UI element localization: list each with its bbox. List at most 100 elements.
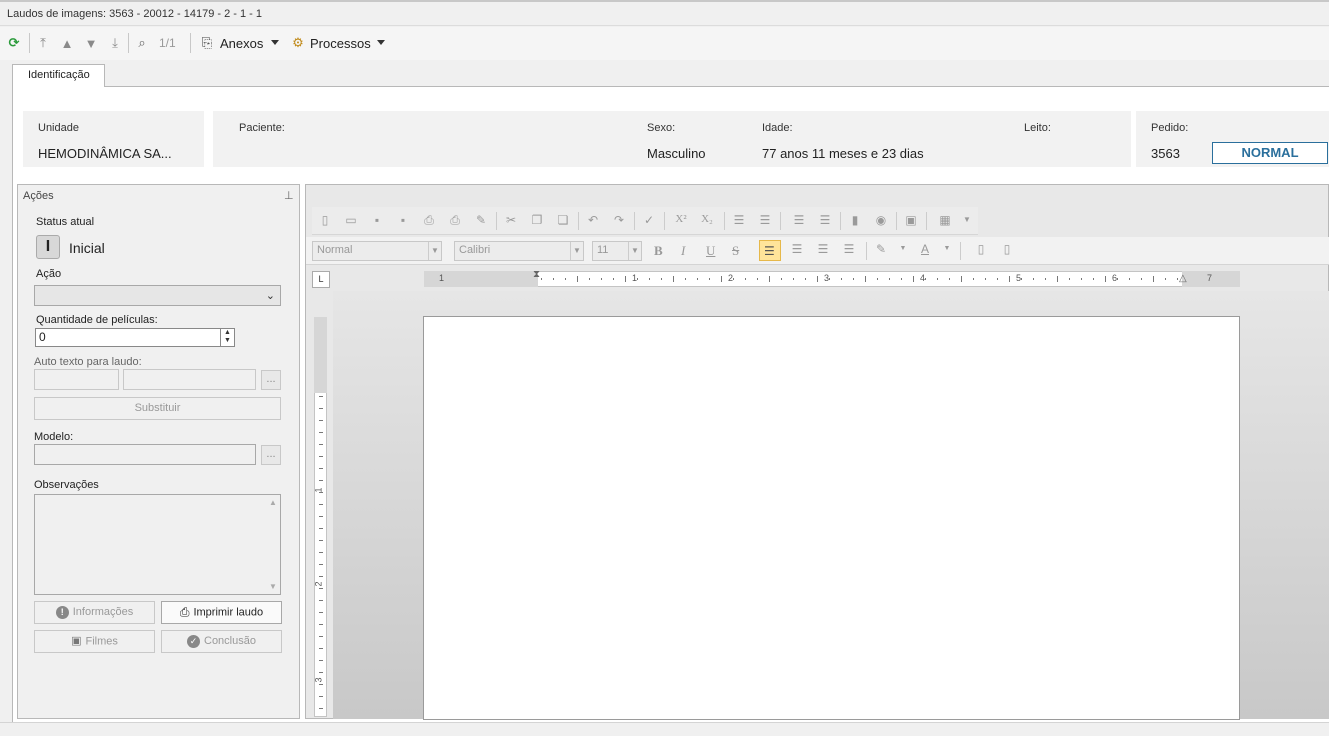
- attachments-menu[interactable]: Anexos: [220, 36, 263, 51]
- vruler-tick: [319, 432, 323, 433]
- ruler-tick: [1165, 278, 1166, 280]
- print-button-label: Imprimir laudo: [193, 606, 264, 619]
- align-center-icon[interactable]: ☰: [788, 242, 806, 258]
- right-indent-marker-icon[interactable]: △: [1179, 273, 1187, 284]
- bullet-list-icon[interactable]: ☰: [756, 213, 774, 229]
- model-field[interactable]: [34, 444, 256, 465]
- ruler-tick: [817, 276, 818, 282]
- actions-panel: Ações ⊥ Status atual I Inicial Ação ⌄ Qu…: [17, 184, 300, 719]
- font-size-combo[interactable]: 11 ▼: [592, 241, 642, 261]
- save-icon[interactable]: ▪: [368, 213, 386, 229]
- pin-icon[interactable]: ⊥: [284, 189, 294, 202]
- hyperlink-icon[interactable]: ◉: [872, 213, 890, 229]
- vruler-tick: [319, 540, 323, 541]
- vruler-tick: [319, 396, 323, 397]
- ruler-tick: [1009, 276, 1010, 282]
- notes-label: Observações: [34, 479, 99, 491]
- binoculars-icon[interactable]: ⌕: [133, 34, 151, 52]
- films-qty-stepper[interactable]: 0 ▲ ▼: [35, 328, 235, 347]
- refresh-icon[interactable]: ⟳: [5, 34, 23, 52]
- highlight-dropdown-icon[interactable]: ▼: [894, 245, 912, 261]
- tab-stop-selector-icon[interactable]: L: [312, 271, 330, 288]
- insert-table-icon[interactable]: ▦: [936, 213, 954, 229]
- sex-value: Masculino: [647, 146, 706, 161]
- numbered-list-icon[interactable]: ☰: [730, 213, 748, 229]
- increase-indent-icon[interactable]: ☰: [790, 213, 808, 229]
- vruler-tick: [319, 408, 323, 409]
- font-value: Calibri: [459, 244, 491, 256]
- bookmark-icon[interactable]: ▮: [846, 213, 864, 229]
- toolbar-divider: [29, 33, 30, 53]
- cut-icon[interactable]: ✂: [502, 213, 520, 229]
- table-dropdown-icon[interactable]: ▼: [958, 215, 976, 231]
- films-button[interactable]: ▣ Filmes: [34, 630, 155, 653]
- conclusion-button[interactable]: ✓ Conclusão: [161, 630, 282, 653]
- ruler-tick: [577, 276, 578, 282]
- insert-image-icon[interactable]: ▣: [902, 213, 920, 229]
- strikethrough-button[interactable]: S: [732, 243, 739, 259]
- editor-toolbar-top: ▯ ▭ ▪ ▪ ⎙ ⎙ ✎ ✂ ❐ ❏ ↶ ↷ ✓ X² X₂ ☰ ☰ ☰ ☰ …: [312, 207, 978, 235]
- processes-menu[interactable]: Processos: [310, 36, 371, 51]
- ruler-tick: [889, 278, 890, 280]
- align-right-icon[interactable]: ☰: [814, 242, 832, 258]
- italic-button[interactable]: I: [681, 243, 685, 259]
- font-color-dropdown-icon[interactable]: ▼: [938, 245, 956, 261]
- autotext-code-field[interactable]: [34, 369, 119, 390]
- stepper-arrows-icon[interactable]: ▲ ▼: [220, 329, 234, 346]
- notes-textarea[interactable]: ▲ ▼: [34, 494, 281, 595]
- print-icon[interactable]: ⎙: [420, 213, 438, 229]
- paste-icon[interactable]: ❏: [554, 213, 572, 229]
- bold-button[interactable]: B: [654, 243, 663, 259]
- action-select[interactable]: ⌄: [34, 285, 281, 306]
- copy-icon[interactable]: ❐: [528, 213, 546, 229]
- highlight-color-icon[interactable]: ✎: [872, 242, 890, 258]
- tab-identificacao[interactable]: Identificação: [12, 64, 105, 87]
- scroll-up-icon[interactable]: ▲: [269, 498, 277, 507]
- underline-button[interactable]: U: [706, 243, 715, 259]
- previous-record-icon[interactable]: ▲: [58, 34, 76, 52]
- print-preview-icon[interactable]: ⎙: [446, 213, 464, 229]
- ruler-tick: [613, 278, 614, 280]
- autotext-description-field[interactable]: [123, 369, 256, 390]
- ruler-tick: [745, 278, 746, 280]
- align-justify-icon[interactable]: ☰: [840, 242, 858, 258]
- notes-scrollbar[interactable]: ▲ ▼: [266, 495, 280, 594]
- redo-icon[interactable]: ↷: [610, 213, 628, 229]
- ruler-tick: [637, 278, 638, 280]
- font-combo[interactable]: Calibri ▼: [454, 241, 584, 261]
- new-document-icon[interactable]: ▯: [316, 213, 334, 229]
- decrease-indent-icon[interactable]: ☰: [816, 213, 834, 229]
- superscript-icon[interactable]: X²: [672, 213, 690, 229]
- model-lookup-button[interactable]: ...: [261, 445, 281, 465]
- font-color-icon[interactable]: A: [916, 242, 934, 258]
- ruler-tick: [913, 276, 914, 282]
- style-combo[interactable]: Normal ▼: [312, 241, 442, 261]
- open-folder-icon[interactable]: ▭: [342, 213, 360, 229]
- info-button[interactable]: ! Informações: [34, 601, 155, 624]
- next-record-icon[interactable]: ▼: [82, 34, 100, 52]
- left-indent-marker-icon[interactable]: ⧗: [533, 269, 540, 280]
- page-layout-icon[interactable]: ▯: [972, 242, 990, 258]
- processes-dropdown-icon[interactable]: [377, 40, 385, 45]
- subscript-icon[interactable]: X₂: [698, 213, 716, 229]
- print-button[interactable]: ⎙ Imprimir laudo: [161, 601, 282, 624]
- attachments-dropdown-icon[interactable]: [271, 40, 279, 45]
- spellcheck-icon[interactable]: ✓: [640, 213, 658, 229]
- horizontal-ruler[interactable]: [424, 271, 1240, 287]
- first-record-icon[interactable]: ⤒: [34, 34, 52, 52]
- undo-icon[interactable]: ↶: [584, 213, 602, 229]
- vruler-tick: [319, 672, 323, 673]
- vruler-tick: [319, 696, 323, 697]
- save-as-icon[interactable]: ▪: [394, 213, 412, 229]
- priority-badge: NORMAL: [1212, 142, 1328, 164]
- document-page[interactable]: [423, 316, 1240, 720]
- align-left-button[interactable]: ☰: [759, 240, 781, 261]
- vruler-tick: [319, 420, 323, 421]
- ruler-tick: [1129, 278, 1130, 280]
- scroll-down-icon[interactable]: ▼: [269, 582, 277, 591]
- replace-button[interactable]: Substituir: [34, 397, 281, 420]
- last-record-icon[interactable]: ⤓: [106, 34, 124, 52]
- edit-icon[interactable]: ✎: [472, 213, 490, 229]
- autotext-lookup-button[interactable]: ...: [261, 370, 281, 390]
- page-columns-icon[interactable]: ▯: [998, 242, 1016, 258]
